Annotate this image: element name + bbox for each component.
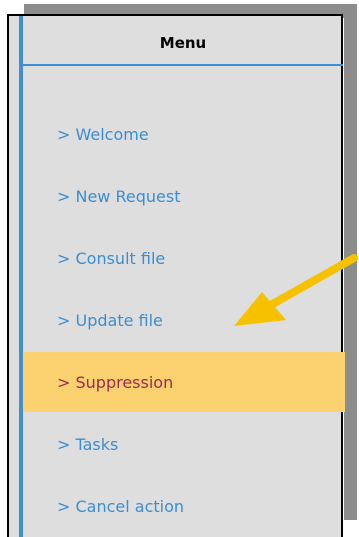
menu-item-suppression[interactable]: > Suppression [23, 352, 345, 412]
menu-list: > Welcome > New Request > Consult file >… [23, 104, 345, 537]
panel-shadow-right [344, 4, 357, 520]
menu-item-update-file[interactable]: > Update file [23, 290, 345, 350]
menu-title: Menu [159, 34, 207, 52]
menu-item-label: > Welcome [57, 124, 149, 144]
menu-item-welcome[interactable]: > Welcome [23, 104, 345, 164]
menu-item-label: > Cancel action [57, 496, 185, 516]
menu-title-underline [23, 64, 343, 66]
menu-panel: Menu > Welcome > New Request > Consult f… [7, 14, 345, 537]
menu-item-tasks[interactable]: > Tasks [23, 414, 345, 474]
menu-item-label: > Tasks [57, 434, 119, 454]
stage: Menu > Welcome > New Request > Consult f… [0, 0, 359, 537]
menu-item-consult-file[interactable]: > Consult file [23, 228, 345, 288]
menu-item-label: > Update file [57, 310, 163, 330]
menu-item-cancel-action[interactable]: > Cancel action [23, 476, 345, 536]
menu-item-new-request[interactable]: > New Request [23, 166, 345, 226]
menu-item-label: > New Request [57, 186, 181, 206]
menu-item-label: > Suppression [57, 372, 174, 392]
menu-item-label: > Consult file [57, 248, 166, 268]
